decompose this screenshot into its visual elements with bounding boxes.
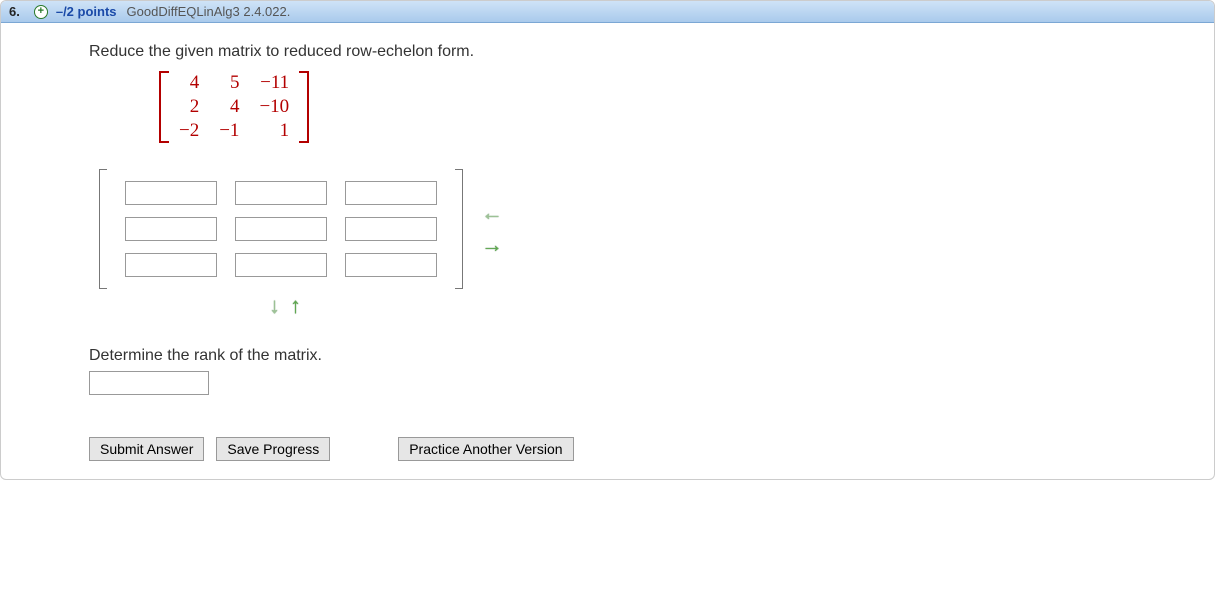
question-body: Reduce the given matrix to reduced row-e… (1, 23, 1214, 479)
matrix-cell: −2 (169, 119, 209, 143)
answer-cell-input[interactable] (235, 181, 327, 205)
expand-icon[interactable]: + (34, 5, 48, 19)
points-label: –/2 points (56, 4, 117, 19)
submit-answer-button[interactable]: Submit Answer (89, 437, 204, 461)
answer-cell-input[interactable] (125, 253, 217, 277)
matrix-cell: −11 (249, 71, 299, 95)
question-number: 6. (9, 4, 20, 19)
question-header: 6. + –/2 points GoodDiffEQLinAlg3 2.4.02… (1, 1, 1214, 23)
answer-grid (107, 169, 455, 289)
row-arrow-group: ↓ ↑ (269, 295, 1194, 317)
add-row-icon[interactable]: ↓ (269, 295, 280, 317)
matrix-cell: −1 (209, 119, 249, 143)
bracket-left-icon (159, 71, 169, 143)
prompt-reduce: Reduce the given matrix to reduced row-e… (89, 43, 1194, 61)
answer-matrix (99, 169, 463, 289)
answer-cell-input[interactable] (235, 217, 327, 241)
matrix-cell: 1 (249, 119, 299, 143)
answer-cell-input[interactable] (345, 181, 437, 205)
given-matrix: 4 5 −11 2 4 −10 −2 −1 1 (159, 71, 309, 143)
prompt-rank: Determine the rank of the matrix. (89, 347, 1194, 365)
table-row (125, 217, 437, 241)
remove-row-icon[interactable]: ↑ (290, 295, 301, 317)
answer-cell-input[interactable] (125, 181, 217, 205)
question-source: GoodDiffEQLinAlg3 2.4.022. (127, 4, 291, 19)
matrix-cell: 5 (209, 71, 249, 95)
remove-column-icon[interactable]: ← (481, 202, 503, 224)
answer-matrix-wrap: ← → (99, 169, 1194, 289)
table-row (125, 253, 437, 277)
rank-input[interactable] (89, 371, 209, 395)
matrix-table: 4 5 −11 2 4 −10 −2 −1 1 (169, 71, 299, 143)
matrix-cell: −10 (249, 95, 299, 119)
answer-cell-input[interactable] (345, 253, 437, 277)
matrix-cell: 2 (169, 95, 209, 119)
table-row (125, 181, 437, 205)
matrix-cell: 4 (209, 95, 249, 119)
bracket-right-icon (299, 71, 309, 143)
bracket-left-icon (99, 169, 107, 289)
question-container: 6. + –/2 points GoodDiffEQLinAlg3 2.4.02… (0, 0, 1215, 480)
answer-cell-input[interactable] (125, 217, 217, 241)
save-progress-button[interactable]: Save Progress (216, 437, 330, 461)
column-arrow-group: ← → (481, 202, 503, 256)
matrix-cell: 4 (169, 71, 209, 95)
bracket-right-icon (455, 169, 463, 289)
answer-cell-input[interactable] (235, 253, 327, 277)
practice-another-button[interactable]: Practice Another Version (398, 437, 573, 461)
answer-cell-input[interactable] (345, 217, 437, 241)
button-row: Submit Answer Save Progress Practice Ano… (89, 437, 1194, 461)
add-column-icon[interactable]: → (481, 234, 503, 256)
